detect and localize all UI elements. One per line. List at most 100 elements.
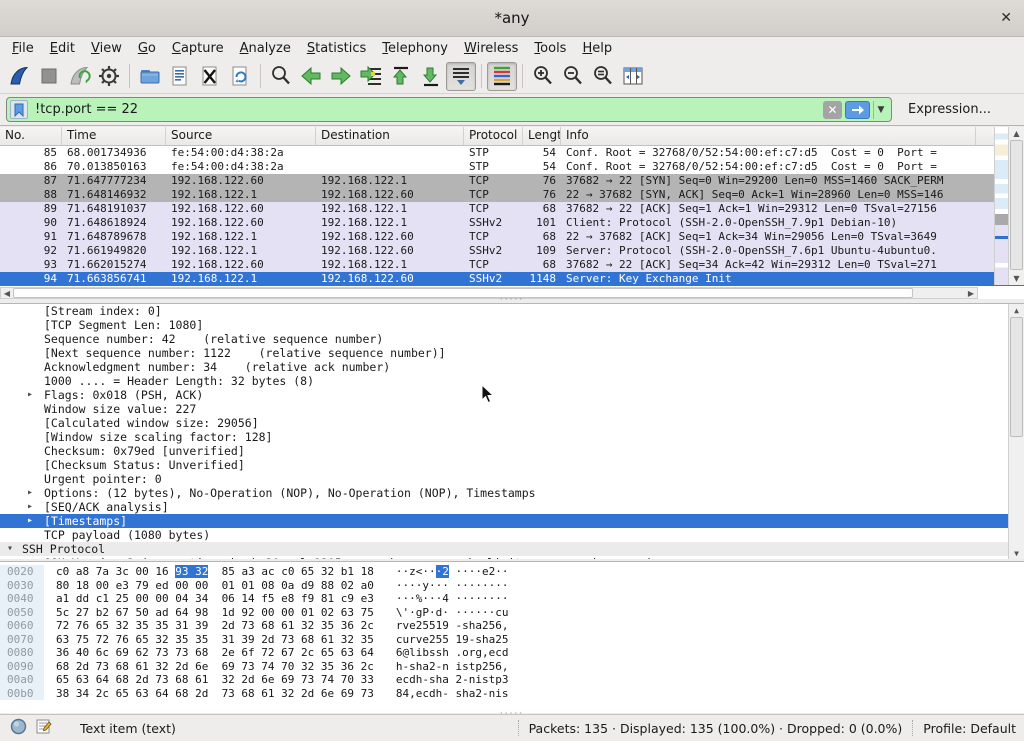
expander-closed-icon[interactable]: ▸ xyxy=(27,388,33,402)
packet-row[interactable]: 9371.662015274192.168.122.60192.168.122.… xyxy=(0,258,1024,272)
detail-line[interactable]: [Calculated window size: 29056] xyxy=(0,416,1024,430)
menu-go[interactable]: Go xyxy=(130,39,164,58)
packet-row[interactable]: 8771.647777234192.168.122.60192.168.122.… xyxy=(0,174,1024,188)
detail-line[interactable]: [Checksum Status: Unverified] xyxy=(0,458,1024,472)
hex-row[interactable]: 00b038 34 2c 65 63 64 68 2d 73 68 61 32 … xyxy=(0,687,1024,701)
column-header-time[interactable]: Time xyxy=(62,127,166,145)
expert-info-icon[interactable] xyxy=(10,718,27,738)
hscroll-right-arrow-icon[interactable]: ▶ xyxy=(965,289,977,298)
detail-line[interactable]: TCP payload (1080 bytes) xyxy=(0,528,1024,542)
hscroll-thumb[interactable] xyxy=(13,288,913,298)
menu-capture[interactable]: Capture xyxy=(164,39,232,58)
auto-scroll-icon[interactable] xyxy=(446,62,476,91)
menu-view[interactable]: View xyxy=(83,39,130,58)
packet-list-hscrollbar[interactable]: ◀ ▶ xyxy=(0,287,978,299)
start-capture-icon[interactable] xyxy=(4,62,34,91)
menu-help[interactable]: Help xyxy=(574,39,620,58)
packet-list-minimap-scrollbar[interactable] xyxy=(994,127,1008,285)
menu-telephony[interactable]: Telephony xyxy=(374,39,456,58)
hex-row[interactable]: 00505c 27 b2 67 50 ad 64 98 1d 92 00 00 … xyxy=(0,606,1024,620)
vscroll-down-arrow-icon[interactable]: ▼ xyxy=(1009,272,1024,285)
details-vscrollbar[interactable]: ▲ ▼ xyxy=(1008,304,1024,559)
go-back-icon[interactable] xyxy=(296,62,326,91)
packet-row[interactable]: 9271.661949820192.168.122.1192.168.122.6… xyxy=(0,244,1024,258)
hex-row[interactable]: 006072 76 65 32 35 35 31 39 2d 73 68 61 … xyxy=(0,619,1024,633)
status-profile[interactable]: Profile: Default xyxy=(923,721,1016,736)
capture-comment-icon[interactable] xyxy=(35,718,52,738)
colorize-packets-icon[interactable] xyxy=(487,62,517,91)
column-header-info[interactable]: Info xyxy=(561,127,976,145)
packet-list-vscrollbar[interactable]: ▲ ▼ xyxy=(1008,127,1024,285)
column-header-source[interactable]: Source xyxy=(166,127,316,145)
column-header-destination[interactable]: Destination xyxy=(316,127,464,145)
detail-line[interactable]: ▸Flags: 0x018 (PSH, ACK) xyxy=(0,388,1024,402)
vscroll-thumb[interactable] xyxy=(1010,140,1023,270)
details-scroll-down-icon[interactable]: ▼ xyxy=(1009,547,1024,559)
filter-apply-icon[interactable] xyxy=(845,101,870,119)
menu-edit[interactable]: Edit xyxy=(42,39,83,58)
capture-options-icon[interactable] xyxy=(94,62,124,91)
details-scroll-thumb[interactable] xyxy=(1010,317,1023,437)
detail-line[interactable]: ▾SSH Protocol xyxy=(0,542,1024,556)
menu-wireless[interactable]: Wireless xyxy=(456,39,526,58)
reload-file-icon[interactable] xyxy=(225,62,255,91)
expander-closed-icon[interactable]: ▸ xyxy=(27,500,33,514)
column-header-no[interactable]: No. xyxy=(0,127,62,145)
expander-closed-icon[interactable]: ▸ xyxy=(27,556,33,559)
packet-row[interactable]: 9171.648789678192.168.122.1192.168.122.6… xyxy=(0,230,1024,244)
detail-line[interactable]: [Next sequence number: 1122 (relative se… xyxy=(0,346,1024,360)
save-file-icon[interactable] xyxy=(165,62,195,91)
go-forward-icon[interactable] xyxy=(326,62,356,91)
packet-row[interactable]: 8670.013850163fe:54:00:d4:38:2aSTP54Conf… xyxy=(0,160,1024,174)
packet-row[interactable]: 9471.663856741192.168.122.1192.168.122.6… xyxy=(0,272,1024,286)
detail-line[interactable]: [TCP Segment Len: 1080] xyxy=(0,318,1024,332)
zoom-in-icon[interactable] xyxy=(528,62,558,91)
zoom-reset-icon[interactable] xyxy=(588,62,618,91)
packet-row[interactable]: 8871.648146932192.168.122.1192.168.122.6… xyxy=(0,188,1024,202)
detail-line[interactable]: ▸Options: (12 bytes), No-Operation (NOP)… xyxy=(0,486,1024,500)
expression-button[interactable]: Expression... xyxy=(908,102,991,117)
filter-expression-text[interactable]: !tcp.port == 22 xyxy=(28,102,823,117)
go-first-packet-icon[interactable] xyxy=(386,62,416,91)
find-packet-icon[interactable] xyxy=(266,62,296,91)
expander-open-icon[interactable]: ▾ xyxy=(7,542,13,556)
menu-tools[interactable]: Tools xyxy=(526,39,574,58)
detail-line[interactable]: Sequence number: 42 (relative sequence n… xyxy=(0,332,1024,346)
detail-line[interactable]: ▸[SEQ/ACK analysis] xyxy=(0,500,1024,514)
hex-row[interactable]: 00a065 63 64 68 2d 73 68 61 32 2d 6e 69 … xyxy=(0,673,1024,687)
go-to-packet-icon[interactable] xyxy=(356,62,386,91)
stop-capture-icon[interactable] xyxy=(34,62,64,91)
hex-row[interactable]: 008036 40 6c 69 62 73 73 68 2e 6f 72 67 … xyxy=(0,646,1024,660)
packet-row[interactable]: 9071.648618924192.168.122.60192.168.122.… xyxy=(0,216,1024,230)
menu-statistics[interactable]: Statistics xyxy=(299,39,374,58)
detail-line[interactable]: ▸SSH Version 2 (encryption:chacha20-poly… xyxy=(0,556,1024,559)
hex-row[interactable]: 0020c0 a8 7a 3c 00 16 93 32 85 a3 ac c0 … xyxy=(0,565,1024,579)
filter-history-caret-icon[interactable]: ▼ xyxy=(873,101,888,119)
zoom-out-icon[interactable] xyxy=(558,62,588,91)
hex-row[interactable]: 0040a1 dd c1 25 00 00 04 34 06 14 f5 e8 … xyxy=(0,592,1024,606)
hex-row[interactable]: 009068 2d 73 68 61 32 2d 6e 69 73 74 70 … xyxy=(0,660,1024,674)
filter-bookmark-icon[interactable] xyxy=(10,100,28,119)
resize-columns-icon[interactable] xyxy=(618,62,648,91)
go-last-packet-icon[interactable] xyxy=(416,62,446,91)
close-window-icon[interactable]: ✕ xyxy=(1000,9,1012,27)
open-file-icon[interactable] xyxy=(135,62,165,91)
menu-file[interactable]: File xyxy=(4,39,42,58)
vscroll-up-arrow-icon[interactable]: ▲ xyxy=(1009,127,1024,140)
display-filter-input[interactable]: !tcp.port == 22 ✕ ▼ xyxy=(6,97,892,122)
filter-clear-icon[interactable]: ✕ xyxy=(823,101,842,119)
column-header-length[interactable]: Length xyxy=(523,127,561,145)
detail-line[interactable]: [Stream index: 0] xyxy=(0,304,1024,318)
restart-capture-icon[interactable] xyxy=(64,62,94,91)
detail-line[interactable]: Acknowledgment number: 34 (relative ack … xyxy=(0,360,1024,374)
column-header-protocol[interactable]: Protocol xyxy=(464,127,523,145)
hex-row[interactable]: 003080 18 00 e3 79 ed 00 00 01 01 08 0a … xyxy=(0,579,1024,593)
packet-row[interactable]: 8971.648191037192.168.122.60192.168.122.… xyxy=(0,202,1024,216)
expander-closed-icon[interactable]: ▸ xyxy=(27,486,33,500)
close-file-icon[interactable] xyxy=(195,62,225,91)
details-scroll-up-icon[interactable]: ▲ xyxy=(1009,304,1024,317)
detail-line[interactable]: Window size value: 227 xyxy=(0,402,1024,416)
expander-closed-icon[interactable]: ▸ xyxy=(27,514,33,528)
hex-row[interactable]: 007063 75 72 76 65 32 35 35 31 39 2d 73 … xyxy=(0,633,1024,647)
hscroll-left-arrow-icon[interactable]: ◀ xyxy=(1,289,13,298)
